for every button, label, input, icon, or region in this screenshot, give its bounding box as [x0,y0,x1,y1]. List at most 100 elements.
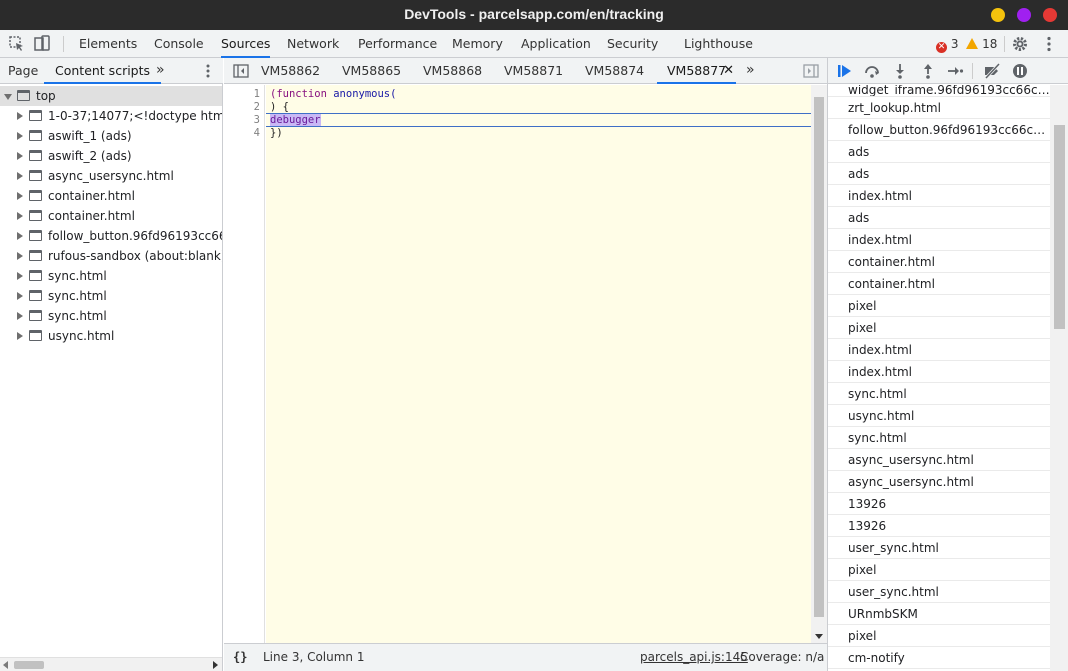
more-editor-tabs-button[interactable]: » [746,58,755,84]
pretty-print-button[interactable]: {} [233,650,247,664]
step-into-icon[interactable] [891,62,909,80]
device-toolbar-icon[interactable] [33,35,51,53]
thread-item[interactable]: pixel [828,625,1050,647]
toggle-navigator-icon[interactable] [233,64,249,78]
more-options-icon[interactable] [200,62,216,80]
line-number[interactable]: 2 [254,101,260,114]
tree-item[interactable]: usync.html [0,326,222,346]
inspect-element-icon[interactable] [8,35,26,53]
chevron-right-icon[interactable] [17,152,23,160]
thread-item[interactable]: sync.html [828,383,1050,405]
tree-item[interactable]: sync.html [0,286,222,306]
tab-application[interactable]: Application [521,30,591,58]
tab-sources[interactable]: Sources [221,30,271,58]
scrollbar-thumb[interactable] [1054,125,1065,329]
thread-item[interactable]: ads [828,163,1050,185]
thread-item[interactable]: 13926 [828,493,1050,515]
tree-item[interactable]: follow_button.96fd96193cc66c3 [0,226,222,246]
scroll-down-icon[interactable] [815,634,823,639]
tree-item[interactable]: sync.html [0,306,222,326]
pause-on-exceptions-icon[interactable] [1011,62,1029,80]
tab-memory[interactable]: Memory [452,30,503,58]
debugger-vertical-scrollbar[interactable] [1050,85,1068,671]
minimize-button[interactable] [991,8,1005,22]
scroll-right-icon[interactable] [213,661,218,669]
thread-item[interactable]: follow_button.96fd96193cc66c3… [828,119,1050,141]
scrollbar-thumb[interactable] [14,661,44,669]
line-number-gutter[interactable]: 1 2 3 4 [224,85,265,643]
tab-elements[interactable]: Elements [79,30,137,58]
thread-item[interactable]: index.html [828,229,1050,251]
tree-item[interactable]: 1-0-37;14077;<!doctype html><h [0,106,222,126]
thread-item[interactable]: async_usersync.html [828,449,1050,471]
editor-tab-vm58871[interactable]: VM58871 [504,58,563,84]
thread-item[interactable]: cm-notify [828,647,1050,669]
horizontal-scrollbar[interactable] [0,657,222,671]
tab-content-scripts[interactable]: Content scripts [44,58,162,84]
chevron-right-icon[interactable] [17,272,23,280]
scroll-left-icon[interactable] [3,661,8,669]
thread-item[interactable]: URnmbSKM [828,603,1050,625]
chevron-right-icon[interactable] [17,112,23,120]
chevron-down-icon[interactable] [4,94,12,100]
thread-item[interactable]: user_sync.html [828,581,1050,603]
thread-item[interactable]: user_sync.html [828,537,1050,559]
thread-item[interactable]: index.html [828,361,1050,383]
editor-tab-vm58868[interactable]: VM58868 [423,58,482,84]
editor-tab-vm58865[interactable]: VM58865 [342,58,401,84]
step-out-icon[interactable] [919,62,937,80]
tab-security[interactable]: Security [607,30,658,58]
thread-item[interactable]: container.html [828,251,1050,273]
chevron-right-icon[interactable] [17,172,23,180]
line-number[interactable]: 3 [254,114,260,127]
thread-item[interactable]: async_usersync.html [828,471,1050,493]
tab-console[interactable]: Console [154,30,204,58]
close-tab-icon[interactable]: ✕ [723,58,734,83]
thread-item[interactable]: zrt_lookup.html [828,97,1050,119]
thread-item[interactable]: index.html [828,185,1050,207]
step-icon[interactable] [946,62,964,80]
tab-network[interactable]: Network [287,30,339,58]
tree-item[interactable]: container.html [0,206,222,226]
thread-item[interactable]: ads [828,141,1050,163]
tree-item[interactable]: rufous-sandbox (about:blank) [0,246,222,266]
chevron-right-icon[interactable] [17,332,23,340]
chevron-right-icon[interactable] [17,132,23,140]
editor-tab-vm58862[interactable]: VM58862 [261,58,320,84]
thread-item[interactable]: ads [828,207,1050,229]
code-editor[interactable]: (function anonymous( ) { debugger }) [266,85,811,643]
tab-performance[interactable]: Performance [358,30,437,58]
chevron-right-icon[interactable] [17,212,23,220]
tree-item-top[interactable]: top [0,86,222,106]
thread-item[interactable]: pixel [828,559,1050,581]
chevron-right-icon[interactable] [17,312,23,320]
resume-icon[interactable] [836,62,854,80]
thread-item[interactable]: container.html [828,273,1050,295]
gear-icon[interactable] [1011,35,1029,53]
thread-item[interactable]: pixel [828,317,1050,339]
deactivate-breakpoints-icon[interactable] [983,62,1001,80]
line-number[interactable]: 1 [254,88,260,101]
tab-page[interactable]: Page [8,58,38,84]
editor-vertical-scrollbar[interactable] [811,85,827,643]
step-over-icon[interactable] [863,62,881,80]
more-options-icon[interactable] [1040,35,1058,53]
tree-item[interactable]: aswift_1 (ads) [0,126,222,146]
close-window-button[interactable] [1043,8,1057,22]
chevron-right-icon[interactable] [17,232,23,240]
thread-item[interactable]: widget_iframe.96fd96193cc66c3… [828,85,1050,97]
tree-item[interactable]: sync.html [0,266,222,286]
tree-item[interactable]: container.html [0,186,222,206]
chevron-right-icon[interactable] [17,252,23,260]
tree-item[interactable]: async_usersync.html [0,166,222,186]
toggle-debugger-icon[interactable] [803,64,819,78]
maximize-button[interactable] [1017,8,1031,22]
tree-item[interactable]: aswift_2 (ads) [0,146,222,166]
editor-tab-vm58874[interactable]: VM58874 [585,58,644,84]
line-number[interactable]: 4 [254,127,260,140]
issues-counter[interactable]: ✕ 3 18 [936,37,997,53]
scrollbar-thumb[interactable] [814,97,824,617]
chevron-right-icon[interactable] [17,192,23,200]
thread-item[interactable]: 13926 [828,515,1050,537]
thread-item[interactable]: index.html [828,339,1050,361]
